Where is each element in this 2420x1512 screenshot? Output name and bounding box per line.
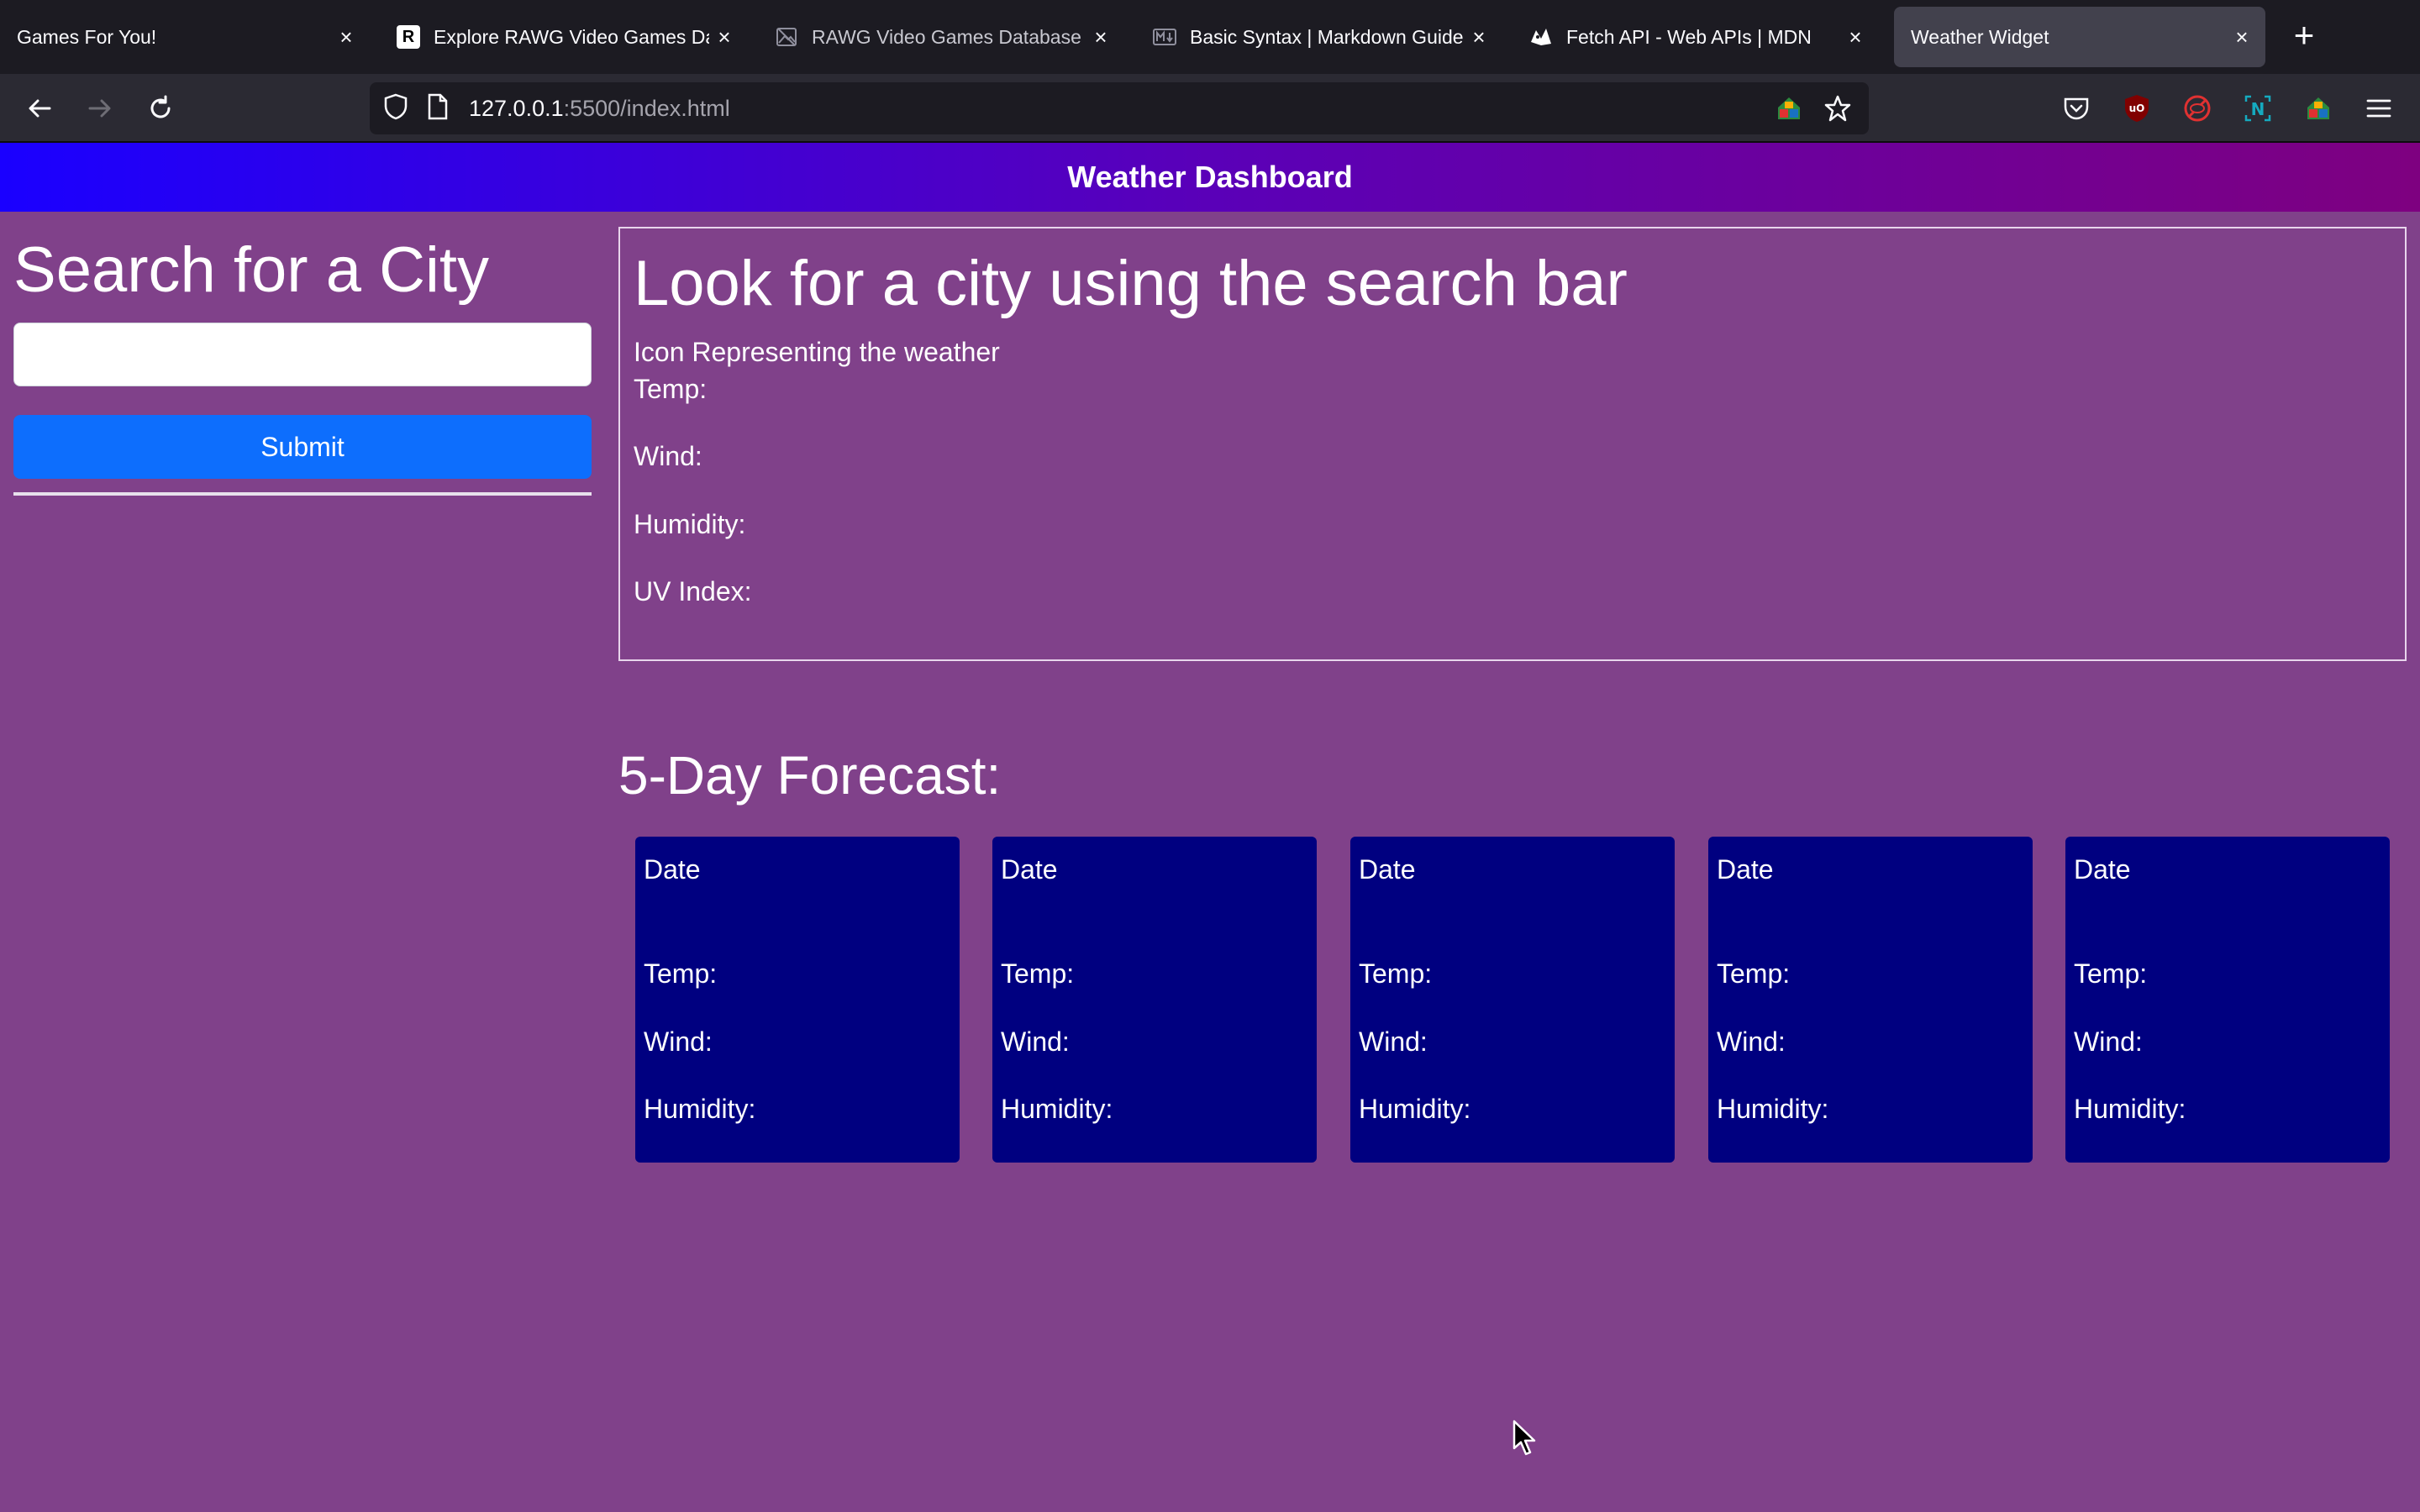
hamburger-menu-icon[interactable] [2361,91,2396,126]
close-tab-icon[interactable]: × [2230,25,2254,49]
forecast-cards: Date Temp: Wind: Humidity: Date Temp: Wi… [635,837,2390,1163]
new-tab-button[interactable]: + [2284,15,2324,55]
submit-button[interactable]: Submit [13,415,592,479]
page-info-icon[interactable] [427,93,449,124]
search-history-divider [13,492,592,496]
svg-text:uO: uO [2129,102,2145,114]
current-weather-panel: Look for a city using the search bar Ico… [618,227,2407,661]
search-title: Search for a City [13,234,489,306]
forecast-temp: Temp: [1359,958,1433,990]
forecast-date: Date [1359,854,1416,885]
markdown-logo-icon [1153,25,1176,49]
tab-strip: Games For You! × R Explore RAWG Video Ga… [0,0,2420,74]
url-host: 127.0.0.1 [469,95,564,121]
forecast-temp: Temp: [2074,958,2148,990]
forecast-temp: Temp: [644,958,718,990]
extension-house-icon[interactable] [1775,94,1803,127]
address-bar[interactable]: 127.0.0.1:5500/index.html [370,82,1869,134]
forecast-card: Date Temp: Wind: Humidity: [2065,837,2390,1163]
bookmark-star-icon[interactable] [1823,94,1852,127]
svg-text:N: N [2251,99,2265,119]
navigation-toolbar: 127.0.0.1:5500/index.html uO N [0,74,2420,143]
reload-icon [150,95,171,118]
forecast-date: Date [1717,854,1774,885]
tab-title: Games For You! [17,25,157,48]
forecast-wind: Wind: [2074,1026,2143,1057]
rawg-logo-icon: R [397,25,420,49]
close-tab-icon[interactable]: × [1467,25,1491,49]
forecast-temp: Temp: [1717,958,1791,990]
tab-rawg-database[interactable]: RAWG Video Games Database A × [758,7,1124,67]
forecast-date: Date [1001,854,1058,885]
back-button[interactable] [18,87,60,129]
forecast-wind: Wind: [644,1026,713,1057]
n-extension-icon[interactable]: N [2240,91,2275,126]
broken-image-icon [775,25,798,49]
forecast-humidity: Humidity: [2074,1094,2186,1125]
back-arrow-icon [29,99,51,118]
tab-fetch-api-mdn[interactable]: Fetch API - Web APIs | MDN × [1512,7,1879,67]
url-path: :5500/index.html [563,95,730,121]
current-temp: Temp: [634,373,708,404]
tab-title: Weather Widget [1911,25,2049,48]
close-tab-icon[interactable]: × [334,25,358,49]
header-title: Weather Dashboard [1067,160,1353,194]
forecast-date: Date [2074,854,2131,885]
submit-button-label: Submit [260,431,345,462]
close-tab-icon[interactable]: × [1844,25,1867,49]
current-humidity: Humidity: [634,508,746,539]
forecast-title: 5-Day Forecast: [618,745,1002,806]
forecast-card: Date Temp: Wind: Humidity: [992,837,1317,1163]
forecast-wind: Wind: [1359,1026,1428,1057]
reload-button[interactable] [139,87,182,129]
mouse-cursor-icon [1512,1420,1538,1461]
colorful-house-extension-icon[interactable] [2301,91,2336,126]
forecast-card: Date Temp: Wind: Humidity: [635,837,960,1163]
forecast-date: Date [644,854,701,885]
forecast-humidity: Humidity: [1717,1094,1829,1125]
close-tab-icon[interactable]: × [713,25,736,49]
blocker-extension-icon[interactable] [2180,91,2215,126]
forecast-humidity: Humidity: [644,1094,756,1125]
forecast-wind: Wind: [1717,1026,1786,1057]
forward-arrow-icon [88,99,111,118]
forecast-humidity: Humidity: [1001,1094,1113,1125]
close-tab-icon[interactable]: × [1089,25,1113,49]
weather-icon-placeholder: Icon Representing the weather [634,336,1000,367]
forecast-humidity: Humidity: [1359,1094,1471,1125]
shield-icon[interactable] [383,93,408,124]
ublock-origin-icon[interactable]: uO [2119,91,2154,126]
tab-markdown-guide[interactable]: Basic Syntax | Markdown Guide × [1136,7,1502,67]
pocket-icon[interactable] [2059,91,2094,126]
tab-title: Fetch API - Web APIs | MDN [1566,25,1812,48]
forecast-wind: Wind: [1001,1026,1070,1057]
tab-title: RAWG Video Games Database A [812,25,1086,48]
city-search-input[interactable] [13,323,592,386]
dashboard-header: Weather Dashboard [0,143,2420,212]
tab-title: Basic Syntax | Markdown Guide [1190,25,1464,48]
url-text[interactable]: 127.0.0.1:5500/index.html [469,96,730,122]
tab-weather-widget[interactable]: Weather Widget × [1894,7,2265,67]
tab-games-for-you[interactable]: Games For You! × [0,7,370,67]
current-weather-title: Look for a city using the search bar [634,248,1628,319]
page-content: Weather Dashboard Search for a City Subm… [0,143,2420,1512]
search-panel: Search for a City Submit [13,227,592,496]
forward-button[interactable] [79,87,121,129]
forecast-card: Date Temp: Wind: Humidity: [1350,837,1675,1163]
current-wind: Wind: [634,441,702,472]
mdn-logo-icon [1529,25,1553,49]
tab-title: Explore RAWG Video Games Dat [434,25,709,48]
tab-explore-rawg[interactable]: R Explore RAWG Video Games Dat × [380,7,748,67]
forecast-temp: Temp: [1001,958,1075,990]
forecast-card: Date Temp: Wind: Humidity: [1708,837,2033,1163]
current-uv-index: UV Index: [634,576,752,607]
